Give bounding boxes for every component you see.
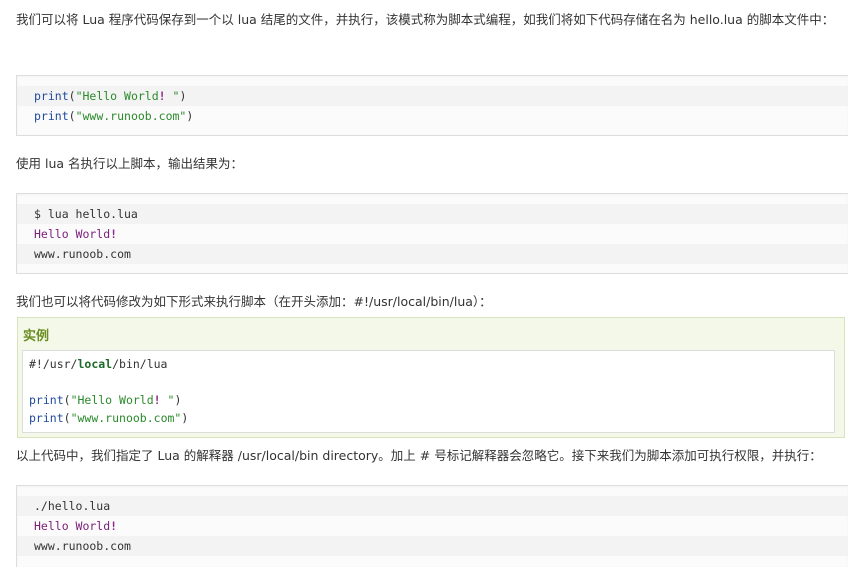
article-content: 我们可以将 Lua 程序代码保存到一个以 lua 结尾的文件，并执行，该模式称为… [0,0,848,567]
interpreter-paragraph: 以上代码中，我们指定了 Lua 的解释器 /usr/local/bin dire… [16,448,822,463]
example-box: 实例 #!/usr/local/bin/lua print("Hello Wor… [17,317,845,438]
intro-paragraph: 我们可以将 Lua 程序代码保存到一个以 lua 结尾的文件，并执行，该模式称为… [16,12,835,27]
code-block-execute: ./hello.lua Hello World! www.runoob.com [16,485,848,567]
code-line: ./hello.lua [17,496,848,516]
run-instruction-paragraph: 使用 lua 名执行以上脚本，输出结果为： [16,156,244,171]
code-block-output: $ lua hello.lua Hello World! www.runoob.… [16,193,848,274]
code-line: www.runoob.com [17,536,848,556]
code-block-script: print("Hello World! ") print("www.runoob… [16,75,848,136]
code-line: print("Hello World! ") [29,393,182,407]
example-code: #!/usr/local/bin/lua print("Hello World!… [22,350,835,433]
code-line: #!/usr/local/bin/lua [29,357,168,371]
code-line: print("www.runoob.com") [29,411,189,425]
code-line: print("www.runoob.com") [34,109,194,123]
code-line: Hello World! [34,519,118,533]
shebang-paragraph: 我们也可以将代码修改为如下形式来执行脚本（在开头添加：#!/usr/local/… [16,294,492,309]
example-title: 实例 [23,329,50,344]
code-line: $ lua hello.lua [17,204,848,224]
code-line: Hello World! [34,227,118,241]
code-line: print("Hello World! ") [17,86,848,106]
code-line: www.runoob.com [17,244,848,264]
